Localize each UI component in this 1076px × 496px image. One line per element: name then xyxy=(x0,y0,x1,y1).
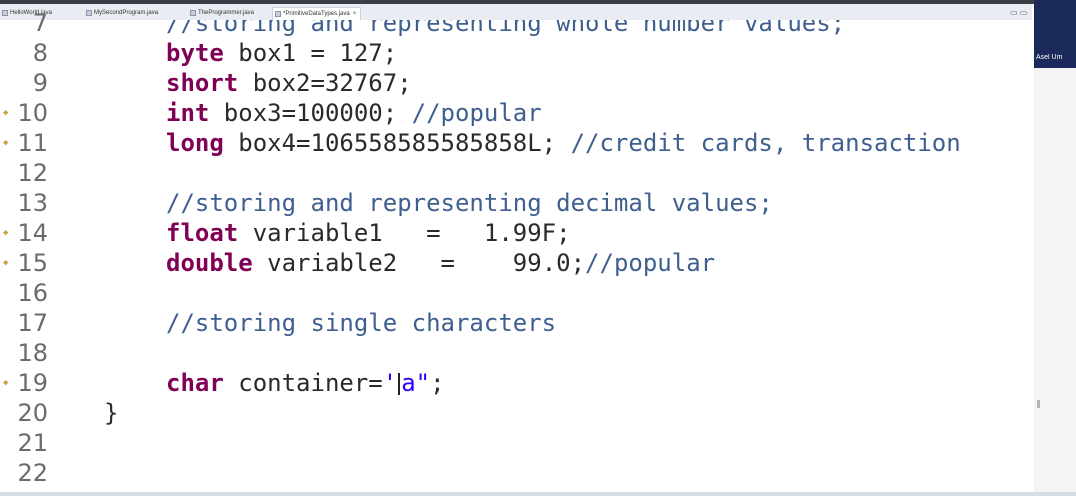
line-number: 21 xyxy=(17,429,48,457)
keyword: short xyxy=(166,69,239,97)
keyword: float xyxy=(166,219,239,247)
line-number: 9 xyxy=(32,69,48,97)
code-text: variable2 = 99.0; xyxy=(252,249,586,277)
line-number: 8 xyxy=(32,39,48,67)
tab-primitivedatatypes[interactable]: *PrimitiveDataTypes.java × xyxy=(272,7,362,20)
keyword: char xyxy=(166,369,224,397)
text-caret xyxy=(398,373,401,395)
code-line-13: //storing and representing decimal value… xyxy=(166,189,773,217)
code-text: ; xyxy=(430,369,445,397)
minimize-maximize-controls[interactable]: ▭ ▭ xyxy=(1010,8,1027,17)
scrollbar-thumb[interactable] xyxy=(1037,400,1040,408)
warning-marker-icon[interactable]: ◆ xyxy=(3,228,11,238)
java-file-icon xyxy=(190,10,196,16)
comment: //popular xyxy=(411,99,542,127)
comment: //popular xyxy=(585,249,716,277)
code-line-19: char container=' a"; xyxy=(166,368,445,398)
status-bar xyxy=(0,492,1076,496)
webcam-name-label: Asel Um xyxy=(1036,54,1063,61)
warning-marker-icon[interactable]: ◆ xyxy=(3,108,11,118)
line-number: 10 xyxy=(17,99,48,127)
code-text: box1 = 127; xyxy=(223,39,398,67)
line-number: 7 xyxy=(32,9,48,37)
line-number: 22 xyxy=(17,459,48,487)
code-line-20: } xyxy=(104,399,119,427)
code-text: box3=100000; xyxy=(209,99,412,127)
code-line-8: byte box1 = 127; xyxy=(166,38,397,68)
line-number: 13 xyxy=(17,189,48,217)
line-number: 14 xyxy=(17,219,48,247)
tab-label: TheProgrammer.java xyxy=(198,10,255,16)
warning-marker-icon[interactable]: ◆ xyxy=(3,258,11,268)
code-text: box2=32767; xyxy=(238,69,412,97)
code-line-11: long box4=106558585585858L; //credit car… xyxy=(166,128,961,158)
keyword: long xyxy=(166,129,224,157)
tab-mysecondprogram[interactable]: MySecondProgram.java xyxy=(84,7,162,19)
java-file-icon xyxy=(86,10,92,16)
webcam-overlay: Asel Um xyxy=(1034,0,1076,68)
line-number: 20 xyxy=(17,399,48,427)
line-number: 17 xyxy=(17,309,48,337)
warning-marker-icon[interactable]: ◆ xyxy=(3,378,11,388)
line-number: 11 xyxy=(17,129,48,157)
line-number: 12 xyxy=(17,159,48,187)
code-text: container= xyxy=(223,369,383,397)
code-line-10: int box3=100000; //popular xyxy=(166,98,542,128)
vertical-scrollbar[interactable] xyxy=(1034,20,1076,492)
line-number: 16 xyxy=(17,279,48,307)
line-number: 19 xyxy=(17,369,48,397)
close-icon[interactable]: × xyxy=(353,11,357,17)
warning-marker-icon[interactable]: ◆ xyxy=(3,138,11,148)
code-text: box4=106558585585858L; xyxy=(223,129,571,157)
code-editor[interactable]: //storing and representing whole number … xyxy=(56,20,1034,492)
tab-label: *PrimitiveDataTypes.java xyxy=(283,11,350,17)
tab-theprogrammer[interactable]: TheProgrammer.java xyxy=(188,7,258,19)
line-number: 18 xyxy=(17,339,48,367)
line-number-gutter: 7 8 9 ◆ 10 ◆ 11 12 13 ◆ 14 ◆ 15 16 17 18… xyxy=(0,9,56,492)
line-number: 15 xyxy=(17,249,48,277)
editor-tab-bar: HelloWorld.java MySecondProgram.java The… xyxy=(0,4,1032,21)
keyword: byte xyxy=(166,39,224,67)
string-literal: a" xyxy=(401,369,431,397)
code-line-7: //storing and representing whole number … xyxy=(166,20,846,37)
keyword: int xyxy=(166,99,210,127)
code-line-15: double variable2 = 99.0;//popular xyxy=(166,248,715,278)
java-file-icon xyxy=(275,11,281,17)
string-quote: ' xyxy=(382,369,398,397)
keyword: double xyxy=(166,249,253,277)
code-line-14: float variable1 = 1.99F; xyxy=(166,218,571,248)
code-line-9: short box2=32767; xyxy=(166,68,412,98)
code-line-17: //storing single characters xyxy=(166,309,557,337)
java-file-icon xyxy=(2,10,8,16)
comment: //credit cards, transaction xyxy=(570,129,961,157)
tab-label: MySecondProgram.java xyxy=(94,10,159,16)
code-text: variable1 = 1.99F; xyxy=(238,219,571,247)
